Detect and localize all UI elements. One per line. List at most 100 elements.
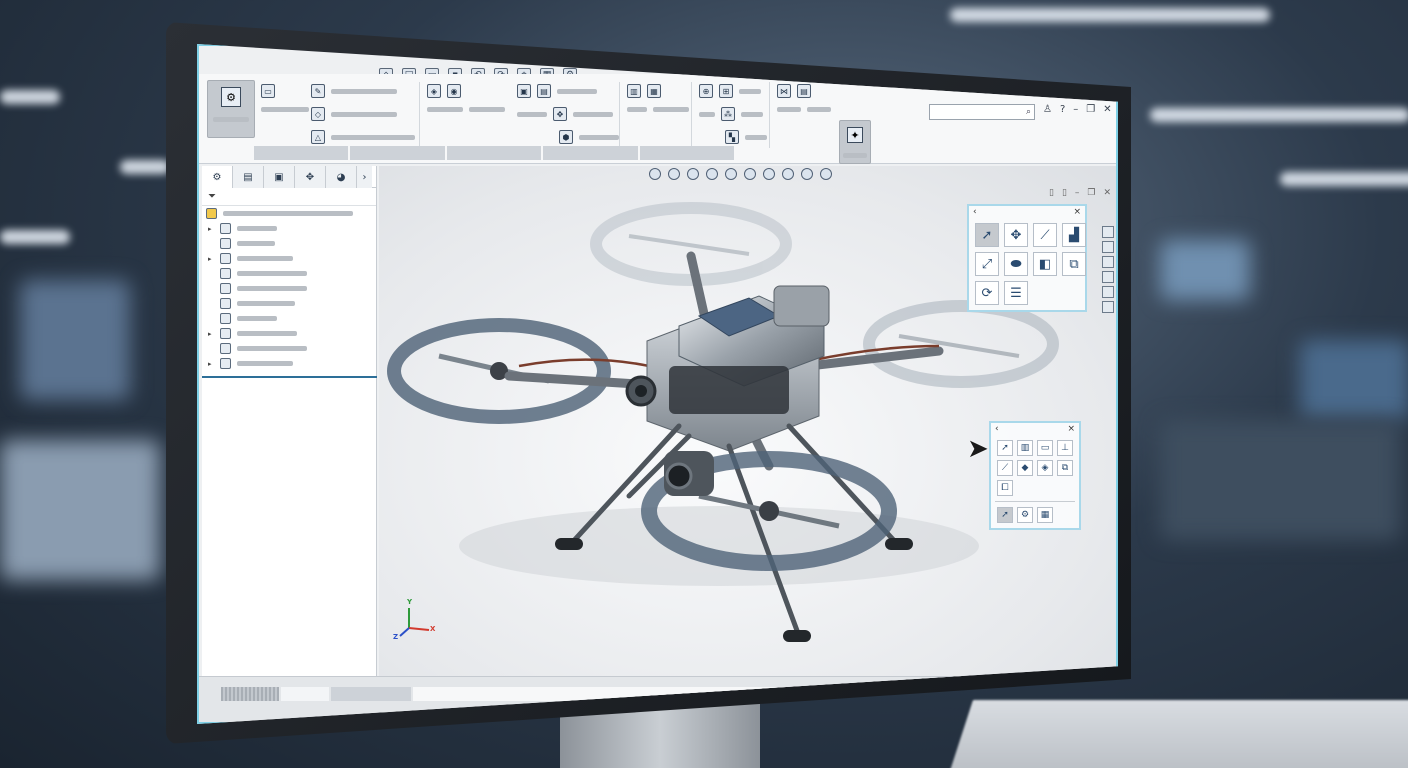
tree-row[interactable] xyxy=(202,296,376,311)
solid-box-icon[interactable]: ⬬ xyxy=(1004,252,1028,276)
sketch-icon[interactable]: ✎ xyxy=(311,84,325,98)
window-icon[interactable]: ▭ xyxy=(1037,440,1053,456)
property-manager-icon[interactable]: ▤ xyxy=(233,166,264,188)
ribbon-large-button[interactable]: ⚙ xyxy=(207,80,255,138)
search-input[interactable]: ⌕ xyxy=(929,104,1035,120)
command-tab[interactable] xyxy=(254,146,349,160)
feature-manager-icon[interactable]: ⚙ xyxy=(202,166,233,188)
view-settings-icon[interactable] xyxy=(820,168,832,180)
zoom-fit-icon[interactable] xyxy=(649,168,661,180)
tree-row[interactable] xyxy=(202,266,376,281)
tree-root[interactable] xyxy=(202,206,376,221)
configuration-icon[interactable]: ▣ xyxy=(264,166,295,188)
scene-icon[interactable] xyxy=(801,168,813,180)
copy-icon[interactable]: ⧠ xyxy=(997,480,1013,496)
grid-icon[interactable]: ▦ xyxy=(1037,507,1053,523)
assembly-feature-icon[interactable]: ⬢ xyxy=(559,130,573,144)
select-arrow-icon[interactable]: ➚ xyxy=(975,223,999,247)
tree-row[interactable]: ▸ xyxy=(202,326,376,341)
dimxpert-icon[interactable]: ✥ xyxy=(295,166,326,188)
tree-expand-icon[interactable]: › xyxy=(357,166,372,188)
pointer-icon[interactable]: ➚ xyxy=(997,440,1013,456)
split-view-icon[interactable]: ▯ xyxy=(1049,188,1054,198)
insert-component-icon[interactable]: ▣ xyxy=(517,84,531,98)
motion-study-tab[interactable] xyxy=(281,687,329,701)
hide-show-icon[interactable] xyxy=(763,168,775,180)
minimize-icon[interactable]: – xyxy=(1073,104,1078,115)
command-tab[interactable] xyxy=(446,146,542,160)
pattern-icon[interactable]: ⁂ xyxy=(721,107,735,121)
mate-icon[interactable]: ⊥ xyxy=(1057,440,1073,456)
revolve-icon[interactable]: ◉ xyxy=(447,84,461,98)
tree-splitter[interactable] xyxy=(202,376,377,378)
expand-arrow-icon[interactable]: ▸ xyxy=(208,360,214,368)
zoom-icon[interactable]: ⊕ xyxy=(699,84,713,98)
extrude-icon[interactable]: ◈ xyxy=(427,84,441,98)
minimize-viewport-icon[interactable]: – xyxy=(1075,188,1080,198)
display-style-icon[interactable] xyxy=(744,168,756,180)
tree-filter[interactable]: ⏷ xyxy=(202,188,376,206)
component-icon[interactable]: ⚙ xyxy=(1017,507,1033,523)
evaluate-icon[interactable]: ▥ xyxy=(627,84,641,98)
shape-icon[interactable]: ◆ xyxy=(1017,460,1033,476)
tree-row[interactable] xyxy=(202,236,376,251)
rotate-component-icon[interactable]: ◈ xyxy=(1037,460,1053,476)
mate-icon[interactable]: ▤ xyxy=(537,84,551,98)
palette-back-icon[interactable]: ‹ xyxy=(995,424,999,434)
palette-close-icon[interactable]: × xyxy=(1073,207,1081,217)
section-icon[interactable]: ◧ xyxy=(1033,252,1057,276)
display-icon[interactable]: ◕ xyxy=(326,166,357,188)
view-orientation-icon[interactable] xyxy=(725,168,737,180)
command-tab[interactable] xyxy=(350,146,445,160)
expand-arrow-icon[interactable]: ▸ xyxy=(208,330,214,338)
tree-icon[interactable]: ⊞ xyxy=(719,84,733,98)
stack-icon[interactable]: ☰ xyxy=(1004,281,1028,305)
components-icon[interactable]: ▚ xyxy=(725,130,739,144)
zoom-area-icon[interactable] xyxy=(668,168,680,180)
table-icon[interactable]: ▥ xyxy=(1017,440,1033,456)
line-icon[interactable]: ⟋ xyxy=(997,460,1013,476)
move-icon[interactable]: ✥ xyxy=(1004,223,1028,247)
rotate-icon[interactable]: ⟳ xyxy=(975,281,999,305)
tree-row[interactable] xyxy=(202,281,376,296)
sketch-plane-icon[interactable]: ▟ xyxy=(1062,223,1086,247)
help-icon[interactable]: ? xyxy=(1060,104,1065,115)
smart-dimension-icon[interactable]: ◇ xyxy=(311,107,325,121)
select-tool-icon[interactable]: ➚ xyxy=(997,507,1013,523)
model-tab[interactable] xyxy=(221,687,279,701)
status-tab[interactable] xyxy=(331,687,411,701)
document-icon[interactable]: ▤ xyxy=(797,84,811,98)
tree-row[interactable] xyxy=(202,311,376,326)
previous-view-icon[interactable] xyxy=(687,168,699,180)
appearance-icon[interactable] xyxy=(782,168,794,180)
tile-view-icon[interactable]: ▯ xyxy=(1062,188,1067,198)
user-icon[interactable]: ♙ xyxy=(1043,104,1052,115)
feature-icon[interactable]: △ xyxy=(311,130,325,144)
file-explorer-icon[interactable] xyxy=(1102,256,1114,268)
command-tab[interactable] xyxy=(639,146,735,160)
custom-properties-icon[interactable] xyxy=(1102,301,1114,313)
move-component-icon[interactable]: ✥ xyxy=(553,107,567,121)
render-button[interactable]: ✦ xyxy=(839,120,871,164)
move-component-icon[interactable]: ⧉ xyxy=(1057,460,1073,476)
appearances-icon[interactable] xyxy=(1102,286,1114,298)
palette-back-icon[interactable]: ‹ xyxy=(973,207,977,217)
view-orientation-icon[interactable]: ⧉ xyxy=(1062,252,1086,276)
palette-close-icon[interactable]: × xyxy=(1067,424,1075,434)
view-palette-icon[interactable] xyxy=(1102,271,1114,283)
design-library-icon[interactable] xyxy=(1102,241,1114,253)
restore-viewport-icon[interactable]: ❐ xyxy=(1087,188,1095,198)
section-view-icon[interactable] xyxy=(706,168,718,180)
tree-row[interactable] xyxy=(202,341,376,356)
tree-row[interactable]: ▸ xyxy=(202,221,376,236)
tree-row[interactable]: ▸ xyxy=(202,356,376,371)
measure-icon[interactable]: ▦ xyxy=(647,84,661,98)
close-viewport-icon[interactable]: ✕ xyxy=(1103,188,1111,198)
tree-row[interactable]: ▸ xyxy=(202,251,376,266)
smart-dimension-icon[interactable]: ⟋ xyxy=(1033,223,1057,247)
expand-arrow-icon[interactable]: ▸ xyxy=(208,225,214,233)
zoom-fit-icon[interactable]: ⤢ xyxy=(975,252,999,276)
resources-icon[interactable] xyxy=(1102,226,1114,238)
close-icon[interactable]: ✕ xyxy=(1103,104,1111,115)
explode-icon[interactable]: ⋈ xyxy=(777,84,791,98)
